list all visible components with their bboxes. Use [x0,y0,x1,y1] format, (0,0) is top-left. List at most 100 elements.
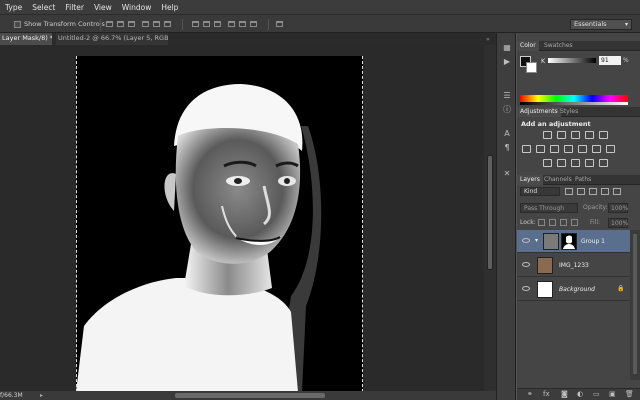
menu-view[interactable]: View [89,3,117,12]
filter-smart-object-icon[interactable] [613,188,621,195]
threshold-icon[interactable] [571,159,580,167]
layer-name: Group 1 [581,238,605,245]
history-icon[interactable]: ▦ [502,43,512,53]
distribute-bottom-icon[interactable] [214,21,221,27]
filter-pixel-icon[interactable] [565,188,573,195]
character-icon[interactable]: A [502,129,512,139]
color-spectrum-bar[interactable] [520,95,628,102]
distribute-right-icon[interactable] [250,21,257,27]
layer-row-img-1233[interactable]: IMG_1233 [517,254,630,277]
menu-select[interactable]: Select [27,3,60,12]
tab-styles[interactable]: Styles [557,107,581,117]
layers-panel-tabs: Layers Channels Paths [517,175,640,185]
color-lookup-icon[interactable] [592,145,601,153]
tools-icon[interactable]: ✕ [502,169,512,179]
expand-arrow-icon[interactable]: ▾ [535,237,538,244]
brightness-icon[interactable] [543,131,552,139]
show-transform-controls-checkbox[interactable] [14,21,21,28]
tab-untitled-2[interactable]: Untitled-2 @ 66.7% (Layer 5, RGB/8) *× [56,33,168,45]
align-hcenter-icon[interactable] [153,21,160,27]
paragraph-icon[interactable]: ¶ [502,143,512,153]
distribute-hcenter-icon[interactable] [239,21,246,27]
lock-all-icon[interactable] [571,219,578,226]
fill-field[interactable]: 100% [608,218,628,228]
tab-overflow-icon[interactable]: » [486,36,490,43]
blend-mode-label: Pass Through [524,205,565,212]
curves-icon[interactable] [571,131,580,139]
tab-adjustments[interactable]: Adjustments [517,107,561,117]
grid-icon[interactable] [606,145,615,153]
new-layer-icon[interactable]: ▣ [609,390,616,398]
align-bottom-icon[interactable] [128,21,135,27]
distribute-top-icon[interactable] [192,21,199,27]
exposure-icon[interactable] [585,131,594,139]
scroll-thumb[interactable] [487,155,493,270]
actions-icon[interactable]: ▶ [502,57,512,67]
hue-saturation-icon[interactable] [522,145,531,153]
layer-row-background[interactable]: Background 🔒 [517,278,630,301]
k-slider[interactable] [548,58,596,63]
filter-type-icon[interactable] [589,188,597,195]
menu-type[interactable]: Type [0,3,27,12]
layer-kind-filter[interactable]: Kind [520,187,560,196]
vibrance-icon[interactable] [599,131,608,139]
auto-align-icon[interactable] [276,21,283,27]
link-layers-icon[interactable]: ⚭ [527,390,533,398]
tab-channels[interactable]: Channels [541,175,575,185]
add-mask-icon[interactable]: ◙ [561,390,568,398]
scroll-thumb[interactable] [633,234,637,374]
color-balance-icon[interactable] [536,145,545,153]
document-image[interactable] [76,56,363,392]
lock-position-icon[interactable] [560,219,567,226]
tab-swatches[interactable]: Swatches [541,41,576,51]
menu-filter[interactable]: Filter [60,3,89,12]
visibility-eye-icon[interactable] [522,286,530,291]
visibility-eye-icon[interactable] [522,262,530,267]
layer-style-icon[interactable]: fx [543,390,550,398]
channel-mixer-icon[interactable] [578,145,587,153]
grayscale-ramp[interactable] [520,102,628,105]
tab-color[interactable]: Color [517,41,539,51]
layers-scrollbar[interactable] [630,230,640,380]
adjustment-layer-icon[interactable]: ◐ [577,390,583,398]
gradient-map-icon[interactable] [585,159,594,167]
lock-pixels-icon[interactable] [549,219,556,226]
align-right-icon[interactable] [164,21,171,27]
levels-icon[interactable] [557,131,566,139]
align-vcenter-icon[interactable] [117,21,124,27]
layer-row-group-1[interactable]: ▾ Group 1 [517,230,630,253]
invert-icon[interactable] [543,159,552,167]
posterize-icon[interactable] [557,159,566,167]
opacity-value: 100% [611,205,629,212]
lock-transparency-icon[interactable] [538,219,545,226]
canvas-vertical-scrollbar[interactable] [484,45,496,391]
status-menu-icon[interactable]: ▸ [40,391,43,400]
background-color-swatch[interactable] [526,62,537,73]
menu-help[interactable]: Help [156,3,183,12]
tab-layer-mask[interactable]: Layer Mask/8) *× [0,33,52,45]
new-group-icon[interactable]: ▭ [593,390,600,398]
black-white-icon[interactable] [550,145,559,153]
properties-icon[interactable]: ☰ [502,91,512,101]
workspace-select[interactable]: Essentials ▾ [570,19,632,30]
layer-mask-thumbnail[interactable] [561,233,577,250]
tab-label: Untitled-2 @ 66.7% (Layer 5, RGB/8) * [58,34,168,42]
distribute-vcenter-icon[interactable] [203,21,210,27]
horizontal-scroll-thumb[interactable] [175,393,325,398]
distribute-left-icon[interactable] [228,21,235,27]
align-left-icon[interactable] [142,21,149,27]
delete-layer-icon[interactable]: 🗑 [625,390,634,398]
photo-filter-icon[interactable] [564,145,573,153]
tab-paths[interactable]: Paths [572,175,594,185]
opacity-field[interactable]: 100% [608,203,628,213]
tab-layers[interactable]: Layers [517,175,543,185]
selective-color-icon[interactable] [599,159,608,167]
align-top-icon[interactable] [106,21,113,27]
filter-shape-icon[interactable] [601,188,609,195]
blend-mode-select[interactable]: Pass Through [520,203,578,213]
k-value-field[interactable]: 91 [599,56,621,65]
info-icon[interactable]: ⓘ [502,105,512,115]
filter-adjustment-icon[interactable] [577,188,585,195]
visibility-eye-icon[interactable] [522,238,530,243]
menu-window[interactable]: Window [117,3,157,12]
